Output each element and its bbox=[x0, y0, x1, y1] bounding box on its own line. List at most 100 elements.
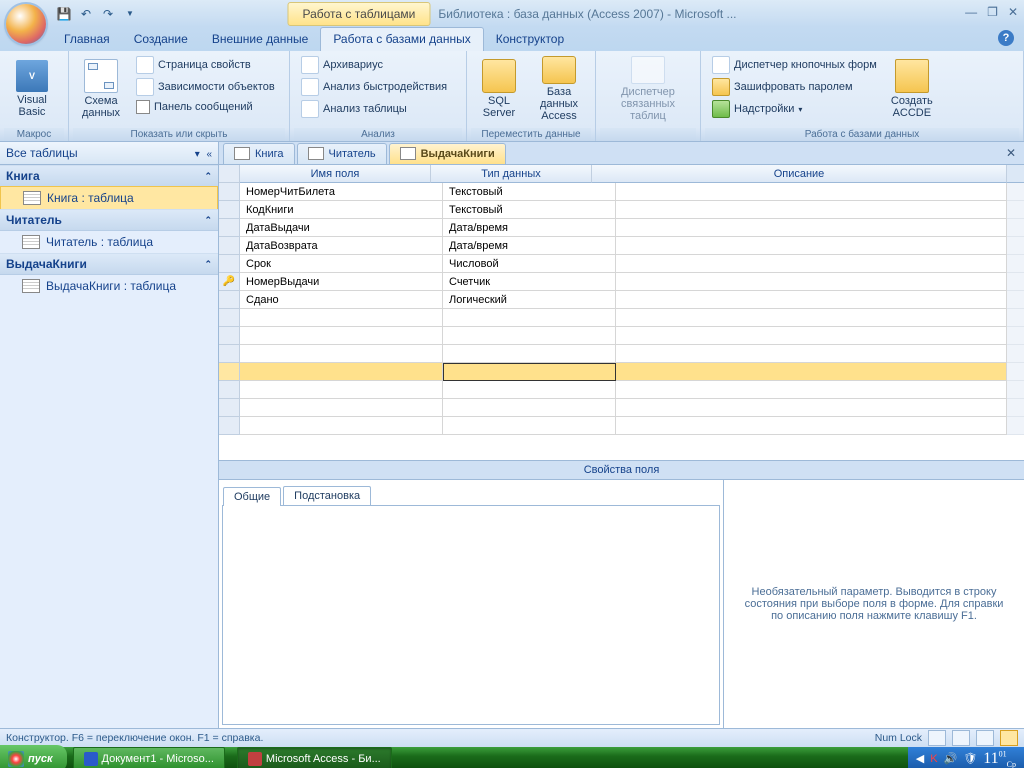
row-selector[interactable] bbox=[219, 363, 240, 381]
cell-data-type[interactable]: Текстовый bbox=[443, 183, 616, 201]
cell-description[interactable] bbox=[616, 255, 1007, 273]
column-data-type[interactable]: Тип данных bbox=[431, 165, 592, 183]
cell-description[interactable] bbox=[616, 183, 1007, 201]
cell-description[interactable] bbox=[616, 291, 1007, 309]
nav-item[interactable]: ВыдачаКниги : таблица bbox=[0, 275, 218, 297]
cell-data-type[interactable] bbox=[443, 363, 616, 381]
view-design-icon[interactable] bbox=[1000, 730, 1018, 746]
row-selector[interactable] bbox=[219, 399, 240, 417]
tab-constructor[interactable]: Конструктор bbox=[484, 28, 576, 51]
taskbar-clock[interactable]: 1101Ср bbox=[983, 750, 1016, 768]
cell-description[interactable] bbox=[616, 309, 1007, 327]
cell-description[interactable] bbox=[616, 237, 1007, 255]
cell-field-name[interactable]: КодКниги bbox=[240, 201, 443, 219]
grid-row[interactable]: СрокЧисловой bbox=[219, 255, 1024, 273]
grid-row[interactable] bbox=[219, 309, 1024, 327]
cell-description[interactable] bbox=[616, 327, 1007, 345]
cell-field-name[interactable] bbox=[240, 363, 443, 381]
nav-group-header[interactable]: Книга⌃ bbox=[0, 165, 218, 187]
system-tray[interactable]: ◀ K 🔊 🛡 1101Ср bbox=[908, 747, 1024, 768]
analyze-performance-button[interactable]: Анализ быстродействия bbox=[298, 77, 450, 97]
cell-field-name[interactable] bbox=[240, 417, 443, 435]
office-button[interactable] bbox=[6, 4, 46, 44]
document-tab[interactable]: Книга bbox=[223, 143, 295, 164]
grid-row[interactable] bbox=[219, 363, 1024, 381]
addins-button[interactable]: Надстройки ▾ bbox=[709, 99, 880, 119]
view-chart-icon[interactable] bbox=[976, 730, 994, 746]
document-tab[interactable]: Читатель bbox=[297, 143, 387, 164]
row-selector[interactable] bbox=[219, 381, 240, 399]
cell-description[interactable] bbox=[616, 363, 1007, 381]
cell-description[interactable] bbox=[616, 345, 1007, 363]
cell-field-name[interactable] bbox=[240, 381, 443, 399]
nav-item[interactable]: Книга : таблица bbox=[0, 186, 218, 210]
cell-data-type[interactable]: Текстовый bbox=[443, 201, 616, 219]
cell-field-name[interactable]: Срок bbox=[240, 255, 443, 273]
row-selector[interactable] bbox=[219, 237, 240, 255]
restore-button[interactable]: ❐ bbox=[987, 5, 998, 19]
cell-field-name[interactable] bbox=[240, 399, 443, 417]
minimize-button[interactable]: — bbox=[965, 5, 977, 19]
make-accde-button[interactable]: Создать ACCDE bbox=[884, 53, 940, 125]
cell-field-name[interactable]: НомерЧитБилета bbox=[240, 183, 443, 201]
access-db-button[interactable]: База данных Access bbox=[527, 53, 591, 125]
grid-row[interactable]: ДатаВозвратаДата/время bbox=[219, 237, 1024, 255]
grid-row[interactable]: ДатаВыдачиДата/время bbox=[219, 219, 1024, 237]
cell-field-name[interactable]: НомерВыдачи bbox=[240, 273, 443, 291]
row-selector[interactable] bbox=[219, 309, 240, 327]
grid-row[interactable]: СданоЛогический bbox=[219, 291, 1024, 309]
view-datasheet-icon[interactable] bbox=[928, 730, 946, 746]
taskbar-task[interactable]: Microsoft Access - Би... bbox=[237, 747, 392, 768]
row-selector[interactable] bbox=[219, 327, 240, 345]
tray-icon[interactable]: 🔊 bbox=[944, 752, 958, 765]
cell-data-type[interactable] bbox=[443, 381, 616, 399]
encrypt-password-button[interactable]: Зашифровать паролем bbox=[709, 77, 880, 97]
cell-data-type[interactable]: Дата/время bbox=[443, 237, 616, 255]
row-selector[interactable] bbox=[219, 201, 240, 219]
message-bar-checkbox[interactable]: Панель сообщений bbox=[133, 99, 278, 115]
document-tab[interactable]: ВыдачаКниги bbox=[389, 143, 506, 164]
save-icon[interactable]: 💾 bbox=[56, 6, 72, 22]
row-selector[interactable] bbox=[219, 219, 240, 237]
cell-field-name[interactable]: ДатаВозврата bbox=[240, 237, 443, 255]
cell-data-type[interactable]: Числовой bbox=[443, 255, 616, 273]
cell-field-name[interactable] bbox=[240, 345, 443, 363]
grid-row[interactable] bbox=[219, 399, 1024, 417]
cell-description[interactable] bbox=[616, 381, 1007, 399]
grid-row[interactable]: НомерЧитБилетаТекстовый bbox=[219, 183, 1024, 201]
property-sheet-body[interactable] bbox=[222, 505, 720, 725]
tab-home[interactable]: Главная bbox=[52, 28, 122, 51]
cell-data-type[interactable] bbox=[443, 327, 616, 345]
grid-row[interactable] bbox=[219, 345, 1024, 363]
row-selector[interactable] bbox=[219, 417, 240, 435]
cell-description[interactable] bbox=[616, 273, 1007, 291]
cell-field-name[interactable]: ДатаВыдачи bbox=[240, 219, 443, 237]
cell-data-type[interactable] bbox=[443, 345, 616, 363]
tray-icon[interactable]: ◀ bbox=[916, 752, 924, 765]
switchboard-manager-button[interactable]: Диспетчер кнопочных форм bbox=[709, 55, 880, 75]
row-selector[interactable] bbox=[219, 255, 240, 273]
cell-data-type[interactable]: Логический bbox=[443, 291, 616, 309]
column-description[interactable]: Описание bbox=[592, 165, 1007, 183]
cell-data-type[interactable] bbox=[443, 417, 616, 435]
nav-item[interactable]: Читатель : таблица bbox=[0, 231, 218, 253]
cell-description[interactable] bbox=[616, 399, 1007, 417]
help-icon[interactable]: ? bbox=[998, 30, 1014, 46]
object-dependencies-button[interactable]: Зависимости объектов bbox=[133, 77, 278, 97]
grid-row[interactable] bbox=[219, 381, 1024, 399]
cell-data-type[interactable] bbox=[443, 399, 616, 417]
view-pivot-icon[interactable] bbox=[952, 730, 970, 746]
tab-lookup[interactable]: Подстановка bbox=[283, 486, 371, 505]
row-selector[interactable] bbox=[219, 345, 240, 363]
cell-description[interactable] bbox=[616, 417, 1007, 435]
row-selector[interactable]: 🔑 bbox=[219, 273, 240, 291]
row-selector[interactable] bbox=[219, 183, 240, 201]
cell-data-type[interactable] bbox=[443, 309, 616, 327]
grid-row[interactable] bbox=[219, 417, 1024, 435]
nav-group-header[interactable]: ВыдачаКниги⌃ bbox=[0, 253, 218, 275]
relationships-button[interactable]: Схема данных bbox=[73, 53, 129, 125]
visual-basic-button[interactable]: V Visual Basic bbox=[4, 53, 60, 125]
tab-create[interactable]: Создание bbox=[122, 28, 200, 51]
column-field-name[interactable]: Имя поля bbox=[240, 165, 431, 183]
nav-pane-header[interactable]: Все таблицы ▾ « bbox=[0, 142, 218, 165]
